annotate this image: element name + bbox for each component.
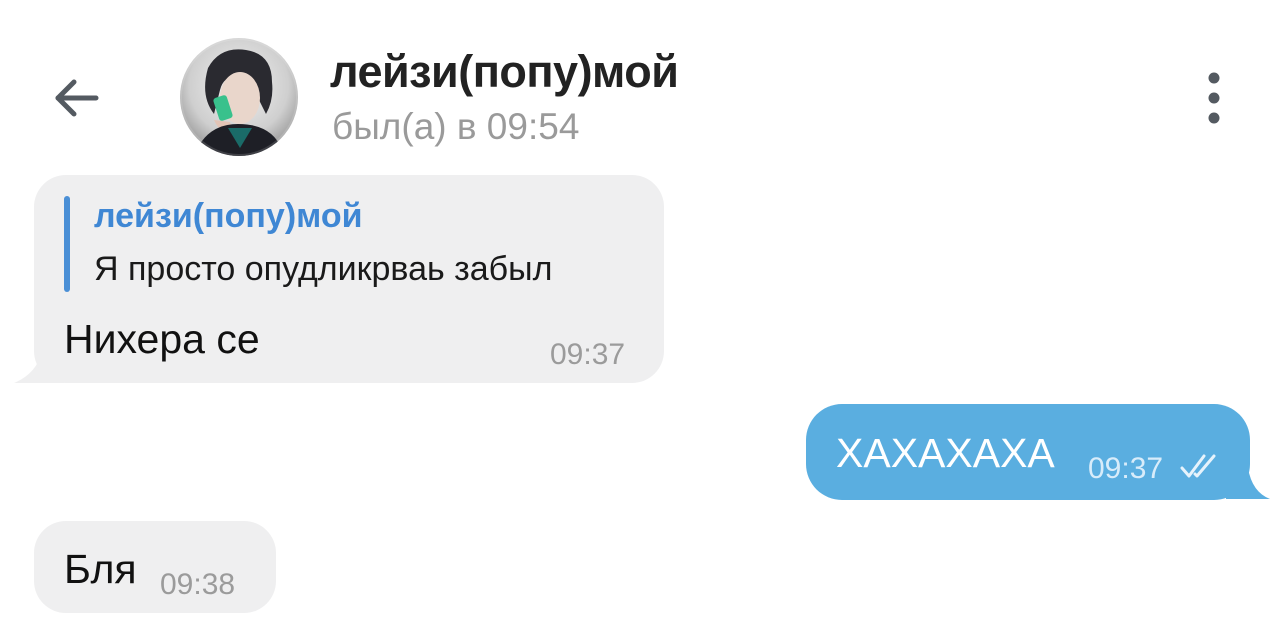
message-text: Нихера се — [64, 316, 260, 362]
reply-text[interactable]: Я просто опудликрваь забыл — [94, 250, 552, 289]
reply-author[interactable]: лейзи(попу)мой — [94, 197, 363, 236]
double-check-icon — [1180, 454, 1216, 478]
contact-name[interactable]: лейзи(попу)мой — [330, 46, 679, 98]
message-time: 09:38 — [160, 568, 236, 601]
contact-status: был(а) в 09:54 — [332, 106, 580, 147]
more-vertical-icon — [1208, 72, 1220, 124]
message-text: ХАХАХАХА — [836, 430, 1055, 476]
message-time: 09:37 — [1088, 452, 1164, 485]
reply-quote-bar — [64, 196, 70, 292]
contact-avatar[interactable] — [180, 38, 298, 156]
chat-screen: лейзи(попу)мой был(а) в 09:54 лейзи(попу… — [0, 0, 1280, 618]
arrow-left-icon — [55, 79, 99, 117]
back-button[interactable] — [48, 70, 104, 126]
message-text: Бля — [64, 546, 137, 592]
more-menu-button[interactable] — [1192, 68, 1236, 128]
message-time: 09:37 — [550, 338, 626, 371]
